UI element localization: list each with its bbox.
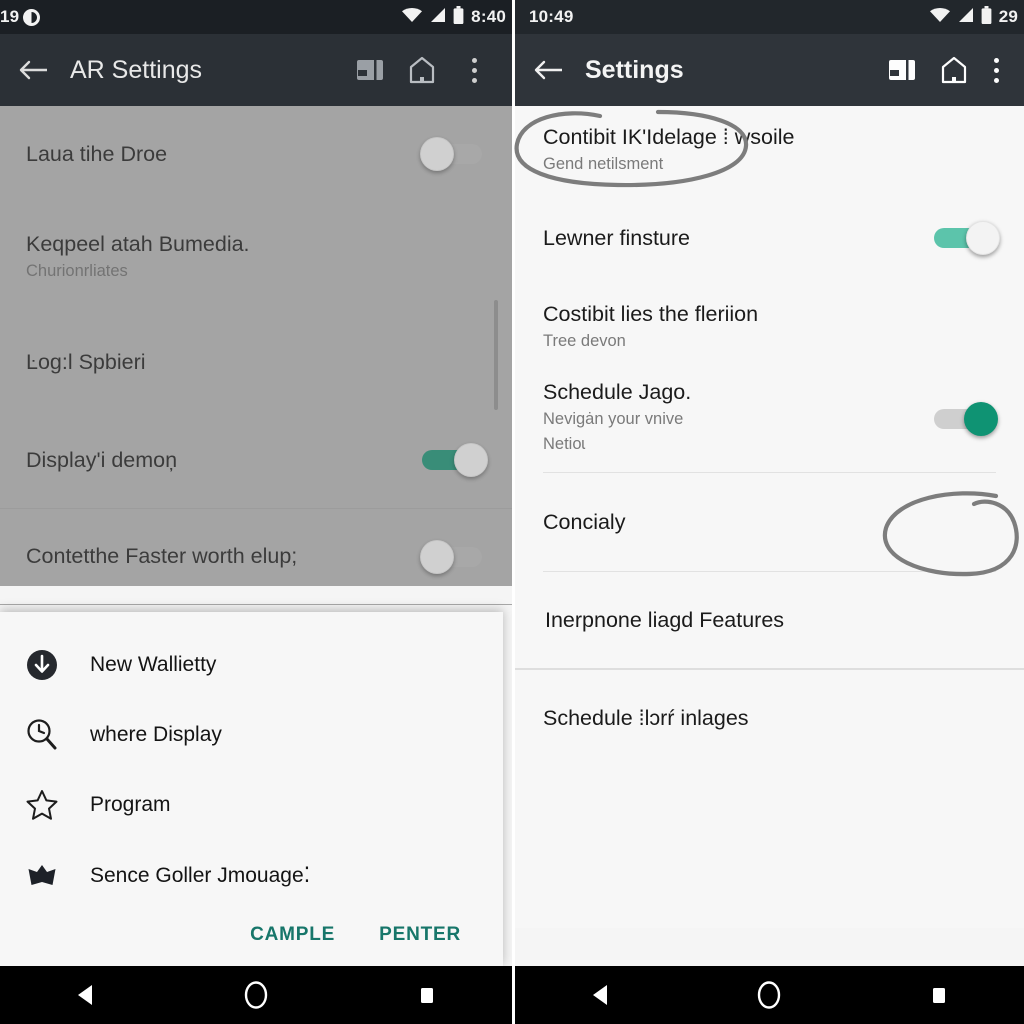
- do-not-disturb-icon: [23, 8, 41, 26]
- setting-row[interactable]: Concialy: [515, 473, 1024, 571]
- clock-search-icon: [20, 713, 64, 757]
- dialog-item[interactable]: New Wallietty: [0, 630, 503, 700]
- arrow-back-icon[interactable]: [12, 48, 56, 92]
- right-nav-bar: [515, 966, 1024, 1024]
- setting-toggle[interactable]: [932, 402, 1000, 436]
- setting-toggle[interactable]: [932, 221, 1000, 255]
- battery-icon: [981, 5, 992, 29]
- signal-icon: [957, 7, 974, 27]
- star-filled-icon: [20, 853, 64, 897]
- right-phone-screen: 10:49 29 Settings Contibit IK'Idelage ⁞ …: [512, 0, 1024, 1024]
- setting-row[interactable]: Contibit IK'Idelage ⁞ wsoile Gend netіls…: [515, 106, 1024, 194]
- dialog-item[interactable]: Program: [0, 770, 503, 840]
- setting-row[interactable]: Laua tihe Droe: [0, 106, 512, 202]
- home-outline-icon[interactable]: [398, 46, 446, 94]
- cancel-button[interactable]: CAMPLE: [250, 924, 335, 946]
- status-left-text: 19: [0, 7, 20, 26]
- bottom-dialog: New Wallietty where Display Program Senc…: [0, 612, 503, 966]
- setting-title: Schedule ⁞lɔrŕ inlages: [543, 705, 749, 730]
- status-clock: 10:49: [529, 7, 574, 26]
- setting-row[interactable]: Contetthe Faster worth elup;: [0, 509, 512, 604]
- setting-subtitle: Nevigȧn your vnive: [543, 409, 684, 428]
- star-outline-icon: [20, 783, 64, 827]
- setting-title: Lewner finsture: [543, 225, 690, 250]
- list-divider: [0, 604, 512, 605]
- left-nav-bar: [0, 966, 512, 1024]
- setting-subtitle: Tree devon: [543, 331, 626, 350]
- left-status-bar: 19 8:40: [0, 0, 512, 34]
- nav-back-triangle-icon[interactable]: [53, 973, 117, 1017]
- dialog-actions: CAMPLE PENTER: [0, 910, 503, 958]
- nav-recents-square-icon[interactable]: [395, 973, 459, 1017]
- dialog-item-label: Sence Goller Jmouage⁚: [90, 863, 311, 887]
- setting-title: Costibit lies the fleriion: [543, 302, 759, 327]
- setting-subtitle: Gend netіlsment: [543, 154, 664, 173]
- left-phone-screen: 19 8:40 AR Settings Laua tihe Droe Keqpe…: [0, 0, 512, 1024]
- setting-title: Contibit IK'Idelage ⁞ wsoile: [543, 125, 795, 150]
- home-outline-icon[interactable]: [930, 46, 978, 94]
- page-title: Settings: [585, 55, 684, 84]
- wifi-icon: [402, 7, 423, 27]
- right-status-bar: 10:49 29: [515, 0, 1024, 34]
- setting-title: Concialy: [543, 509, 626, 534]
- right-settings-list: Contibit IK'Idelage ⁞ wsoile Gend netіls…: [515, 106, 1024, 928]
- setting-toggle[interactable]: [420, 443, 488, 477]
- nav-recents-square-icon[interactable]: [907, 973, 971, 1017]
- setting-toggle[interactable]: [420, 539, 488, 574]
- setting-row[interactable]: Keqpeel atah Bumedia. Churionrliates: [0, 202, 512, 312]
- dialog-item-label: Program: [90, 793, 171, 816]
- setting-row[interactable]: Ŀog:l Spbieri: [0, 312, 512, 412]
- left-settings-list: Laua tihe Droe Keqpeel atah Bumedia. Chu…: [0, 106, 512, 605]
- setting-row[interactable]: Schedule ⁞lɔrŕ inlages: [515, 670, 1024, 766]
- cast-icon[interactable]: [878, 46, 926, 94]
- nav-back-triangle-icon[interactable]: [568, 973, 632, 1017]
- battery-percent-text: 29: [998, 7, 1018, 26]
- setting-row[interactable]: Inerpnone liagd Features: [515, 572, 1024, 668]
- page-title: AR Settings: [70, 55, 203, 84]
- dialog-item[interactable]: Sence Goller Jmouage⁚: [0, 840, 503, 910]
- confirm-button[interactable]: PENTER: [379, 924, 461, 946]
- screenshot-root: 19 8:40 AR Settings Laua tihe Droe Keqpe…: [0, 0, 1024, 1024]
- setting-row[interactable]: Schedule Jago. Nevigȧn your vnive Netioɩ: [515, 372, 1024, 472]
- nav-home-circle-icon[interactable]: [737, 973, 801, 1017]
- setting-subtitle: Churionrliates: [26, 261, 128, 280]
- status-clock: 8:40: [471, 7, 506, 26]
- setting-title: Keqpeel atah Bumedia.: [26, 232, 250, 257]
- setting-title: Schedule Jago.: [543, 380, 692, 404]
- setting-row[interactable]: Lewner finsture: [515, 194, 1024, 282]
- dialog-item-label: where Display: [90, 723, 222, 746]
- setting-row[interactable]: Costibit lies the fleriion Tree devon: [515, 282, 1024, 372]
- setting-title: Inerpnone liagd Features: [545, 607, 785, 632]
- vertical-scrollbar[interactable]: [494, 300, 498, 410]
- setting-title: Laua tihe Droe: [26, 141, 168, 166]
- setting-title: Ŀog:l Spbieri: [26, 349, 146, 374]
- setting-subtitle-line2: Netioɩ: [543, 434, 586, 453]
- download-circle-icon: [20, 643, 64, 687]
- wifi-icon: [929, 7, 950, 27]
- right-app-bar: Settings: [515, 34, 1024, 106]
- more-vertical-icon[interactable]: [450, 46, 498, 94]
- dialog-item[interactable]: where Display: [0, 700, 503, 770]
- left-app-bar: AR Settings: [0, 34, 512, 106]
- nav-home-circle-icon[interactable]: [224, 973, 288, 1017]
- arrow-back-icon[interactable]: [527, 48, 571, 92]
- more-vertical-icon[interactable]: [982, 46, 1010, 94]
- cast-icon[interactable]: [346, 46, 394, 94]
- setting-title: Display'i demoņ: [26, 447, 178, 472]
- battery-icon: [453, 5, 464, 29]
- setting-row[interactable]: Display'i demoņ: [0, 412, 512, 508]
- setting-title: Contetthe Faster worth elup;: [26, 544, 298, 569]
- dialog-item-label: New Wallietty: [90, 653, 217, 676]
- setting-toggle[interactable]: [420, 137, 488, 171]
- signal-icon: [429, 7, 446, 27]
